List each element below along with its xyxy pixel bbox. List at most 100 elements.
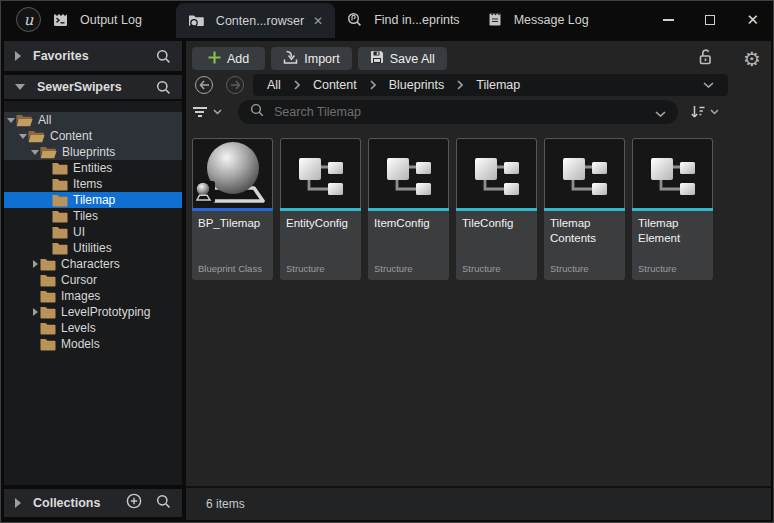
tree-item-levels[interactable]: Levels [4, 320, 182, 336]
search-icon[interactable] [156, 49, 171, 64]
breadcrumb-segment[interactable]: Tilemap [476, 78, 520, 92]
favorites-label: Favorites [33, 49, 89, 63]
folder-icon [40, 338, 56, 351]
collapse-arrow-icon[interactable] [15, 498, 21, 508]
tree-item-utilities[interactable]: Utilities [4, 240, 182, 256]
add-button[interactable]: Add [192, 47, 265, 70]
back-button[interactable] [195, 76, 213, 94]
items-count: 6 items [206, 497, 245, 511]
window-body: Favorites SewerSwipers All [1, 38, 773, 522]
save-all-button[interactable]: Save All [358, 47, 447, 70]
structure-thumbnail [632, 138, 713, 208]
asset-card-tileconfig[interactable]: TileConfig Structure [456, 138, 537, 280]
expand-arrow-icon [19, 134, 27, 139]
folder-icon [40, 322, 56, 335]
tree-item-entities[interactable]: Entities [4, 160, 182, 176]
chevron-down-icon[interactable] [703, 82, 714, 88]
tree-item-content[interactable]: Content [4, 128, 182, 144]
breadcrumb-segment[interactable]: Blueprints [389, 78, 445, 92]
plus-icon [208, 51, 221, 67]
expand-arrow-icon [7, 118, 15, 123]
collapse-arrow-icon [33, 260, 38, 268]
asset-card-itemconfig[interactable]: ItemConfig Structure [368, 138, 449, 280]
tree-item-blueprints[interactable]: Blueprints [4, 144, 182, 160]
tree-item-cursor[interactable]: Cursor [4, 272, 182, 288]
add-collection-icon[interactable] [126, 493, 142, 513]
tab-label: Find in...eprints [374, 13, 459, 27]
sort-button[interactable] [690, 105, 719, 119]
settings-gear-icon[interactable]: ⚙ [743, 49, 761, 69]
sort-icon [690, 105, 706, 119]
tab-close-icon[interactable]: ✕ [313, 14, 323, 28]
structure-thumbnail [368, 138, 449, 208]
project-section[interactable]: SewerSwipers [4, 75, 182, 99]
asset-card-bp-tilemap[interactable]: BP_Tilemap Blueprint Class [192, 138, 273, 280]
tree-item-ui[interactable]: UI [4, 224, 182, 240]
lock-icon[interactable] [696, 48, 713, 69]
blueprint-sphere-thumbnail [192, 138, 273, 208]
tree-item-label: UI [73, 225, 85, 239]
unreal-logo-icon[interactable]: u [16, 7, 41, 32]
tree-item-all[interactable]: All [4, 112, 182, 128]
close-icon[interactable]: ✕ [746, 12, 759, 27]
project-label: SewerSwipers [37, 80, 122, 94]
tab-find-in-blueprints[interactable]: Find in...eprints [347, 1, 459, 38]
tree-item-tilemap[interactable]: Tilemap [4, 192, 182, 208]
collapse-arrow-icon[interactable] [15, 51, 21, 61]
tree-item-label: Tiles [73, 209, 98, 223]
tree-item-label: Utilities [73, 241, 112, 255]
asset-grid: BP_Tilemap Blueprint Class [186, 125, 771, 486]
breadcrumb-segment[interactable]: All [267, 78, 281, 92]
expand-arrow-icon[interactable] [15, 84, 25, 90]
breadcrumb-segment[interactable]: Content [313, 78, 357, 92]
folder-icon [40, 306, 56, 319]
folder-icon [40, 290, 56, 303]
tree-item-label: Characters [61, 257, 120, 271]
save-all-button-label: Save All [390, 52, 435, 66]
search-icon [250, 103, 264, 121]
tab-message-log[interactable]: Message Log [488, 1, 589, 38]
message-log-icon [488, 12, 502, 27]
tree-item-levelprototyping[interactable]: LevelPrototyping [4, 304, 182, 320]
asset-card-entityconfig[interactable]: EntityConfig Structure [280, 138, 361, 280]
tree-item-label: Entities [73, 161, 112, 175]
tree-item-label: Cursor [61, 273, 97, 287]
search-input[interactable] [272, 104, 647, 120]
asset-type: Structure [462, 263, 501, 275]
content-browser-icon [188, 13, 204, 28]
asset-card-tilemap-contents[interactable]: Tilemap Contents Structure [544, 138, 625, 280]
tree-item-items[interactable]: Items [4, 176, 182, 192]
collections-section[interactable]: Collections [4, 489, 182, 517]
save-icon [370, 50, 384, 67]
search-icon[interactable] [156, 494, 171, 513]
tab-output-log[interactable]: Output Log [53, 1, 142, 38]
breadcrumb[interactable]: All Content Blueprints Tilemap [253, 74, 728, 96]
tree-item-models[interactable]: Models [4, 336, 182, 352]
favorites-section[interactable]: Favorites [4, 41, 182, 71]
maximize-icon[interactable] [705, 15, 715, 25]
folder-open-icon [16, 114, 33, 127]
structure-thumbnail [456, 138, 537, 208]
asset-card-tilemap-element[interactable]: Tilemap Element Structure [632, 138, 713, 280]
tree-item-images[interactable]: Images [4, 288, 182, 304]
tab-label: Conten...rowser [216, 14, 304, 28]
tree-item-label: All [38, 113, 51, 127]
tab-content-browser[interactable]: Conten...rowser ✕ [176, 3, 335, 38]
filter-button[interactable] [192, 107, 222, 117]
tree-item-characters[interactable]: Characters [4, 256, 182, 272]
navigation-bar: All Content Blueprints Tilemap [186, 71, 771, 99]
minimize-icon[interactable] [663, 19, 674, 21]
import-button[interactable]: Import [271, 47, 351, 70]
tree-item-label: Items [73, 177, 102, 191]
asset-type: Structure [286, 263, 325, 275]
tree-item-label: Models [61, 337, 100, 351]
tree-item-tiles[interactable]: Tiles [4, 208, 182, 224]
search-icon[interactable] [156, 80, 171, 95]
import-icon [283, 50, 298, 68]
chevron-down-icon[interactable] [655, 103, 666, 121]
chevron-right-icon [294, 80, 300, 90]
asset-name: Tilemap Element Structure [632, 211, 713, 280]
forward-button[interactable] [226, 76, 244, 94]
chevron-right-icon [457, 80, 463, 90]
collections-label: Collections [33, 496, 100, 510]
